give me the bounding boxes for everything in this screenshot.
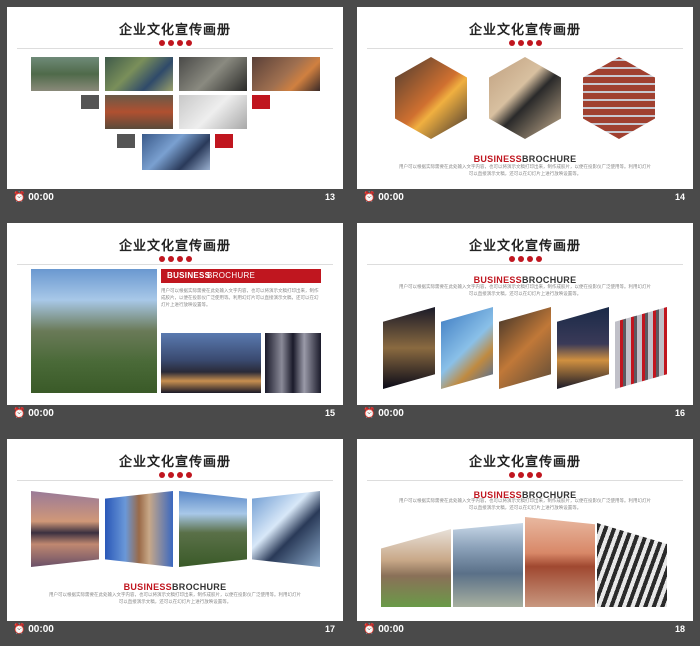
team-photo	[105, 57, 173, 91]
gray-square	[81, 95, 99, 109]
skyscraper-photo	[142, 134, 210, 170]
page-number: 15	[324, 408, 335, 418]
slide-footer: ⏰ 00:00 13	[7, 189, 343, 207]
slide-footer: ⏰ 00:00 15	[7, 405, 343, 423]
body-text: 用户可以根据实际需要在此处输入文字内容，也可以将演示文稿打印出来，制作成胶片，以…	[399, 498, 651, 510]
clock: ⏰ 00:00	[13, 624, 54, 635]
clock: ⏰ 00:00	[363, 192, 404, 203]
camera-hexagon-photo	[489, 57, 561, 139]
twin-towers-photo	[265, 333, 321, 393]
welding-hexagon-photo	[395, 57, 467, 139]
divider	[17, 264, 333, 265]
slide-18[interactable]: 企业文化宣传画册 BUSINESSBROCHURE 用户可以根据实际需要在此处输…	[357, 439, 693, 639]
red-square	[215, 134, 233, 148]
clock-icon: ⏰	[363, 192, 376, 203]
divider	[367, 48, 683, 49]
clock: ⏰ 00:00	[363, 408, 404, 419]
title-dots	[7, 472, 343, 478]
spiral-building-photo	[597, 523, 667, 607]
clock-icon: ⏰	[13, 624, 26, 635]
clock: ⏰ 00:00	[13, 192, 54, 203]
page-number: 14	[674, 192, 685, 202]
clock: ⏰ 00:00	[363, 624, 404, 635]
clock-icon: ⏰	[13, 408, 26, 419]
slide-title: 企业文化宣传画册	[118, 454, 231, 469]
glass-structure-parallelogram	[441, 307, 493, 389]
clock: ⏰ 00:00	[13, 408, 54, 419]
slide-title: 企业文化宣传画册	[118, 22, 231, 37]
title-dots	[357, 40, 693, 46]
slide-footer: ⏰ 00:00 14	[357, 189, 693, 207]
slide-title: 企业文化宣传画册	[118, 238, 231, 253]
clock-icon: ⏰	[363, 408, 376, 419]
page-number: 13	[324, 192, 335, 202]
slide-15[interactable]: 企业文化宣传画册 BUSINESS BROCHURE 用户可以根据实际需要在此处…	[7, 223, 343, 423]
title-dots	[357, 472, 693, 478]
city-aerial-photo	[453, 523, 523, 607]
page-number: 16	[674, 408, 685, 418]
city-night-photo	[161, 333, 261, 393]
harbor-night-parallelogram	[557, 307, 609, 389]
gears-photo	[179, 57, 247, 91]
title-dots	[7, 40, 343, 46]
title-dots	[7, 256, 343, 262]
slide-title: 企业文化宣传画册	[468, 22, 581, 37]
slide-footer: ⏰ 00:00 16	[357, 405, 693, 423]
divider	[17, 48, 333, 49]
body-text: 用户可以根据实际需要在此处输入文字内容，也可以将演示文稿打印出来，制作成胶片，以…	[399, 164, 651, 176]
train-photo	[105, 95, 173, 129]
page-number: 17	[324, 624, 335, 634]
heading-banner: BUSINESS BROCHURE	[161, 269, 321, 283]
laptop-photo	[179, 95, 247, 129]
slide-13[interactable]: 企业文化宣传画册 ⏰ 00:00 13	[7, 7, 343, 207]
clock-icon: ⏰	[13, 192, 26, 203]
cyclist-photo	[31, 57, 99, 91]
slide-footer: ⏰ 00:00 17	[7, 621, 343, 639]
red-pipes-parallelogram	[615, 307, 667, 389]
mountain-photo	[31, 269, 157, 393]
slide-17[interactable]: 企业文化宣传画册 BUSINESSBROCHURE 用户可以根据实际需要在此处输…	[7, 439, 343, 639]
clock-icon: ⏰	[363, 624, 376, 635]
glass-building-photo	[252, 491, 320, 567]
divider	[367, 264, 683, 265]
worker-parallelogram	[499, 307, 551, 389]
slide-16[interactable]: 企业文化宣传画册 BUSINESSBROCHURE 用户可以根据实际需要在此处输…	[357, 223, 693, 423]
building-hexagon-photo	[583, 57, 655, 139]
body-text: 用户可以根据实际需要在此处输入文字内容，也可以将演示文稿打印出来，制作成胶片，以…	[399, 284, 651, 296]
gray-square	[117, 134, 135, 148]
body-text: 用户可以根据实际需要在此处输入文字内容，也可以将演示文稿打印出来，制作成胶片，以…	[161, 288, 319, 307]
golden-gate-photo	[525, 517, 595, 607]
slide-footer: ⏰ 00:00 18	[357, 621, 693, 639]
slide-title: 企业文化宣传画册	[468, 454, 581, 469]
divider	[367, 480, 683, 481]
round-tower-photo	[105, 491, 173, 567]
body-text: 用户可以根据实际需要在此处输入文字内容，也可以将演示文稿打印出来，制作成胶片，以…	[49, 592, 301, 604]
slide-title: 企业文化宣传画册	[468, 238, 581, 253]
mountain-photo	[179, 491, 247, 567]
welding-photo	[252, 57, 320, 91]
red-square	[252, 95, 270, 109]
night-city-parallelogram	[383, 307, 435, 389]
divider	[17, 480, 333, 481]
bridge-sunset-photo	[31, 491, 99, 567]
page-number: 18	[674, 624, 685, 634]
slide-14[interactable]: 企业文化宣传画册 BUSINESSBROCHURE 用户可以根据实际需要在此处输…	[357, 7, 693, 207]
house-photo	[381, 529, 451, 607]
title-dots	[357, 256, 693, 262]
